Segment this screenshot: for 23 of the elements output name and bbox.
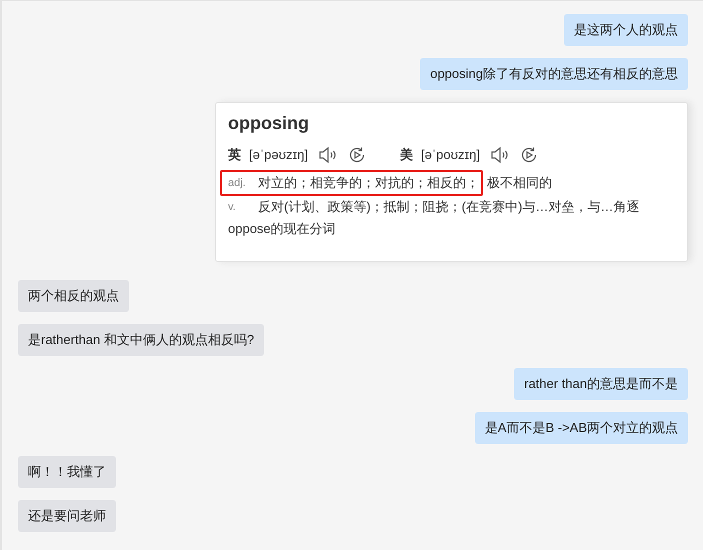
message-bubble: 还是要问老师 — [18, 500, 116, 532]
region-label: 美 — [400, 146, 413, 164]
note-text: oppose的现在分词 — [228, 220, 336, 238]
phonetic-text: [əˈpoʊzɪŋ] — [421, 146, 480, 164]
phonetic-text: [əˈpəʊzɪŋ] — [249, 146, 308, 164]
play-icon[interactable] — [348, 146, 366, 164]
definition-text: 对立的；相竞争的；对抗的；相反的； — [258, 174, 479, 192]
speaker-icon[interactable] — [318, 146, 338, 164]
message-bubble: rather than的意思是而不是 — [514, 368, 688, 400]
word-title: opposing — [228, 112, 309, 135]
message-bubble: 啊！！我懂了 — [18, 456, 116, 488]
message-bubble: 是A而不是B ->AB两个对立的观点 — [474, 412, 688, 444]
play-icon[interactable] — [520, 146, 538, 164]
pos-label: adj. — [228, 176, 247, 190]
message-bubble: 是这两个人的观点 — [564, 14, 688, 46]
definition-text: 极不相同的 — [487, 174, 552, 192]
speaker-icon[interactable] — [490, 146, 510, 164]
region-label: 英 — [228, 146, 241, 164]
definition-text: 反对(计划、政策等)；抵制；阻挠；(在竞赛中)与…对垒，与…角逐 — [258, 198, 640, 216]
message-bubble: opposing除了有反对的意思还有相反的意思 — [420, 58, 688, 90]
pos-label: v. — [228, 200, 237, 214]
message-bubble: 两个相反的观点 — [18, 280, 129, 312]
message-bubble: 是ratherthan 和文中俩人的观点相反吗? — [18, 324, 264, 356]
